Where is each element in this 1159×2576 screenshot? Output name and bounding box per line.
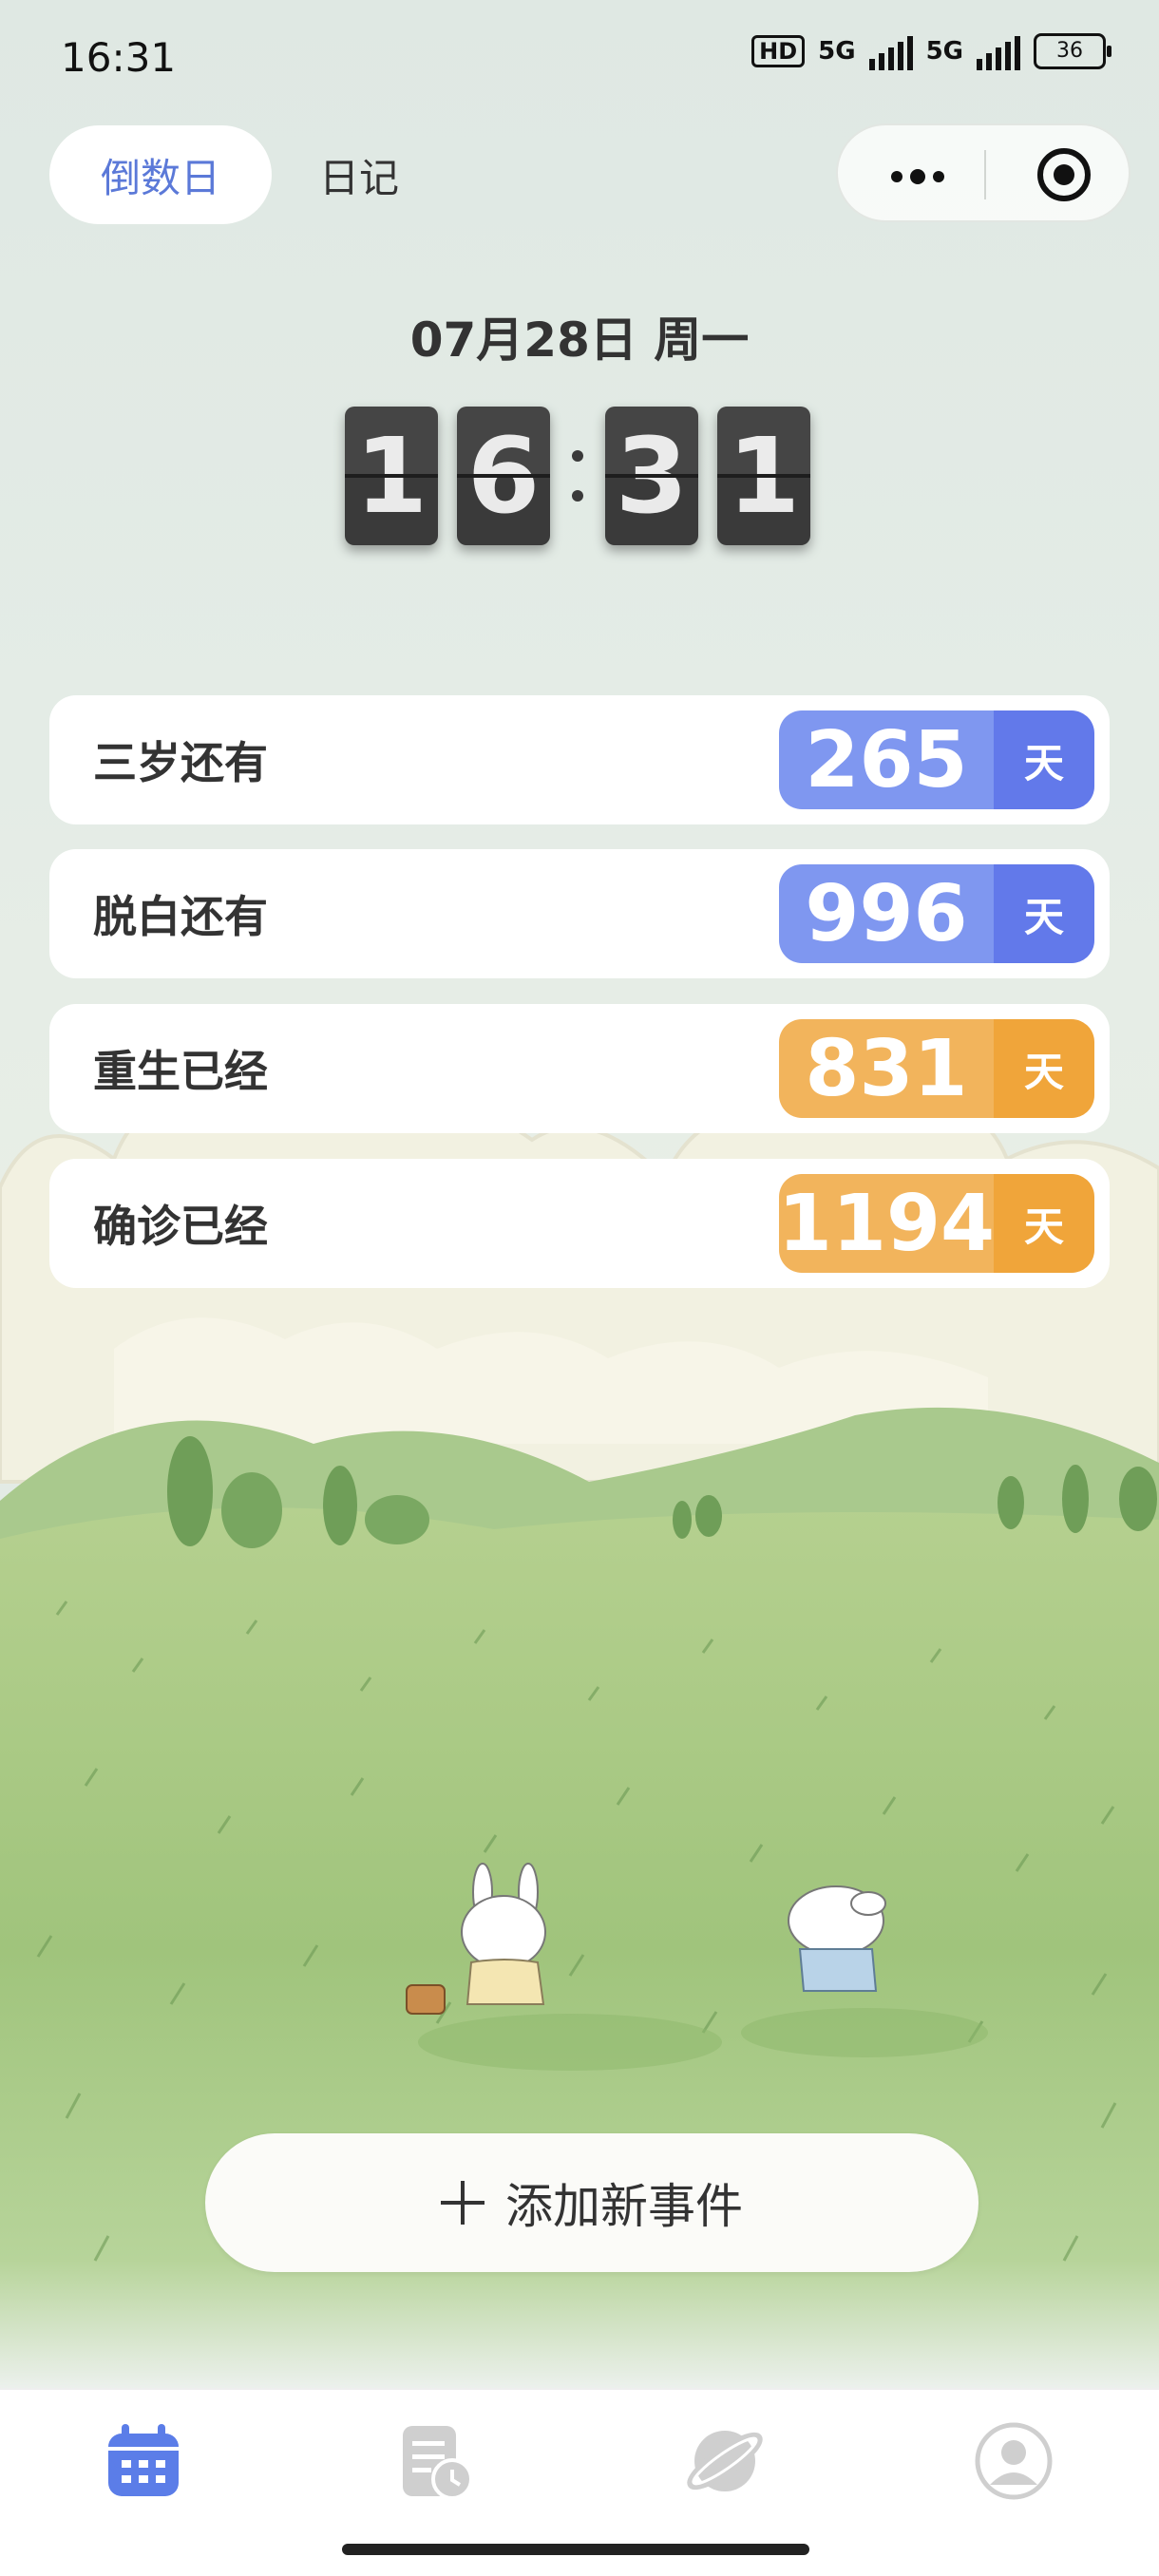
miniprogram-capsule bbox=[836, 123, 1130, 222]
hd-icon: HD bbox=[751, 35, 806, 67]
event-label: 脱白还有 bbox=[93, 891, 268, 942]
network-label-2: 5G bbox=[925, 37, 963, 66]
clock-digit: 1 bbox=[717, 407, 810, 545]
event-days: 1194 bbox=[778, 1174, 995, 1273]
event-unit: 天 bbox=[994, 1174, 1094, 1273]
add-event-label: 添加新事件 bbox=[505, 2179, 743, 2234]
tab-diary[interactable]: 日记 bbox=[319, 125, 399, 224]
event-card[interactable]: 重生已经 831 天 bbox=[49, 1004, 1110, 1133]
signal-icon bbox=[868, 32, 913, 70]
flip-clock: 1 6 3 1 bbox=[345, 407, 829, 545]
event-unit: 天 bbox=[994, 1019, 1094, 1118]
event-card[interactable]: 确诊已经 1194 天 bbox=[49, 1159, 1110, 1288]
battery-icon: 36 bbox=[1034, 33, 1112, 69]
home-indicator[interactable] bbox=[342, 2544, 809, 2555]
close-target-icon[interactable] bbox=[1036, 146, 1092, 203]
tab-countdown[interactable]: 倒数日 bbox=[49, 125, 272, 224]
event-days: 831 bbox=[779, 1019, 994, 1118]
status-time: 16:31 bbox=[61, 34, 177, 81]
clock-colon bbox=[569, 450, 586, 502]
add-event-button[interactable]: 添加新事件 bbox=[205, 2133, 978, 2272]
event-card[interactable]: 三岁还有 265 天 bbox=[49, 695, 1110, 824]
clock-digit: 6 bbox=[457, 407, 550, 545]
profile-icon[interactable] bbox=[971, 2418, 1056, 2504]
signal-icon-2 bbox=[977, 32, 1020, 70]
clock-digit: 1 bbox=[345, 407, 438, 545]
event-label: 三岁还有 bbox=[93, 737, 268, 788]
event-label: 确诊已经 bbox=[93, 1201, 268, 1252]
diary-clock-icon[interactable] bbox=[393, 2418, 479, 2504]
clock-digit: 3 bbox=[605, 407, 698, 545]
status-icons: HD 5G 5G 36 bbox=[751, 32, 1112, 70]
planet-icon[interactable] bbox=[682, 2418, 768, 2504]
calendar-icon[interactable] bbox=[101, 2418, 186, 2504]
event-days: 996 bbox=[779, 864, 994, 963]
capsule-divider bbox=[984, 150, 986, 199]
plus-icon bbox=[441, 2181, 484, 2225]
bottom-nav bbox=[0, 2388, 1159, 2530]
current-date: 07月28日 周一 bbox=[409, 313, 750, 368]
event-card[interactable]: 脱白还有 996 天 bbox=[49, 849, 1110, 978]
event-days: 265 bbox=[779, 710, 994, 809]
event-label: 重生已经 bbox=[93, 1046, 268, 1097]
event-unit: 天 bbox=[994, 710, 1094, 809]
more-icon[interactable] bbox=[891, 169, 944, 184]
network-label-1: 5G bbox=[818, 37, 856, 66]
event-unit: 天 bbox=[994, 864, 1094, 963]
